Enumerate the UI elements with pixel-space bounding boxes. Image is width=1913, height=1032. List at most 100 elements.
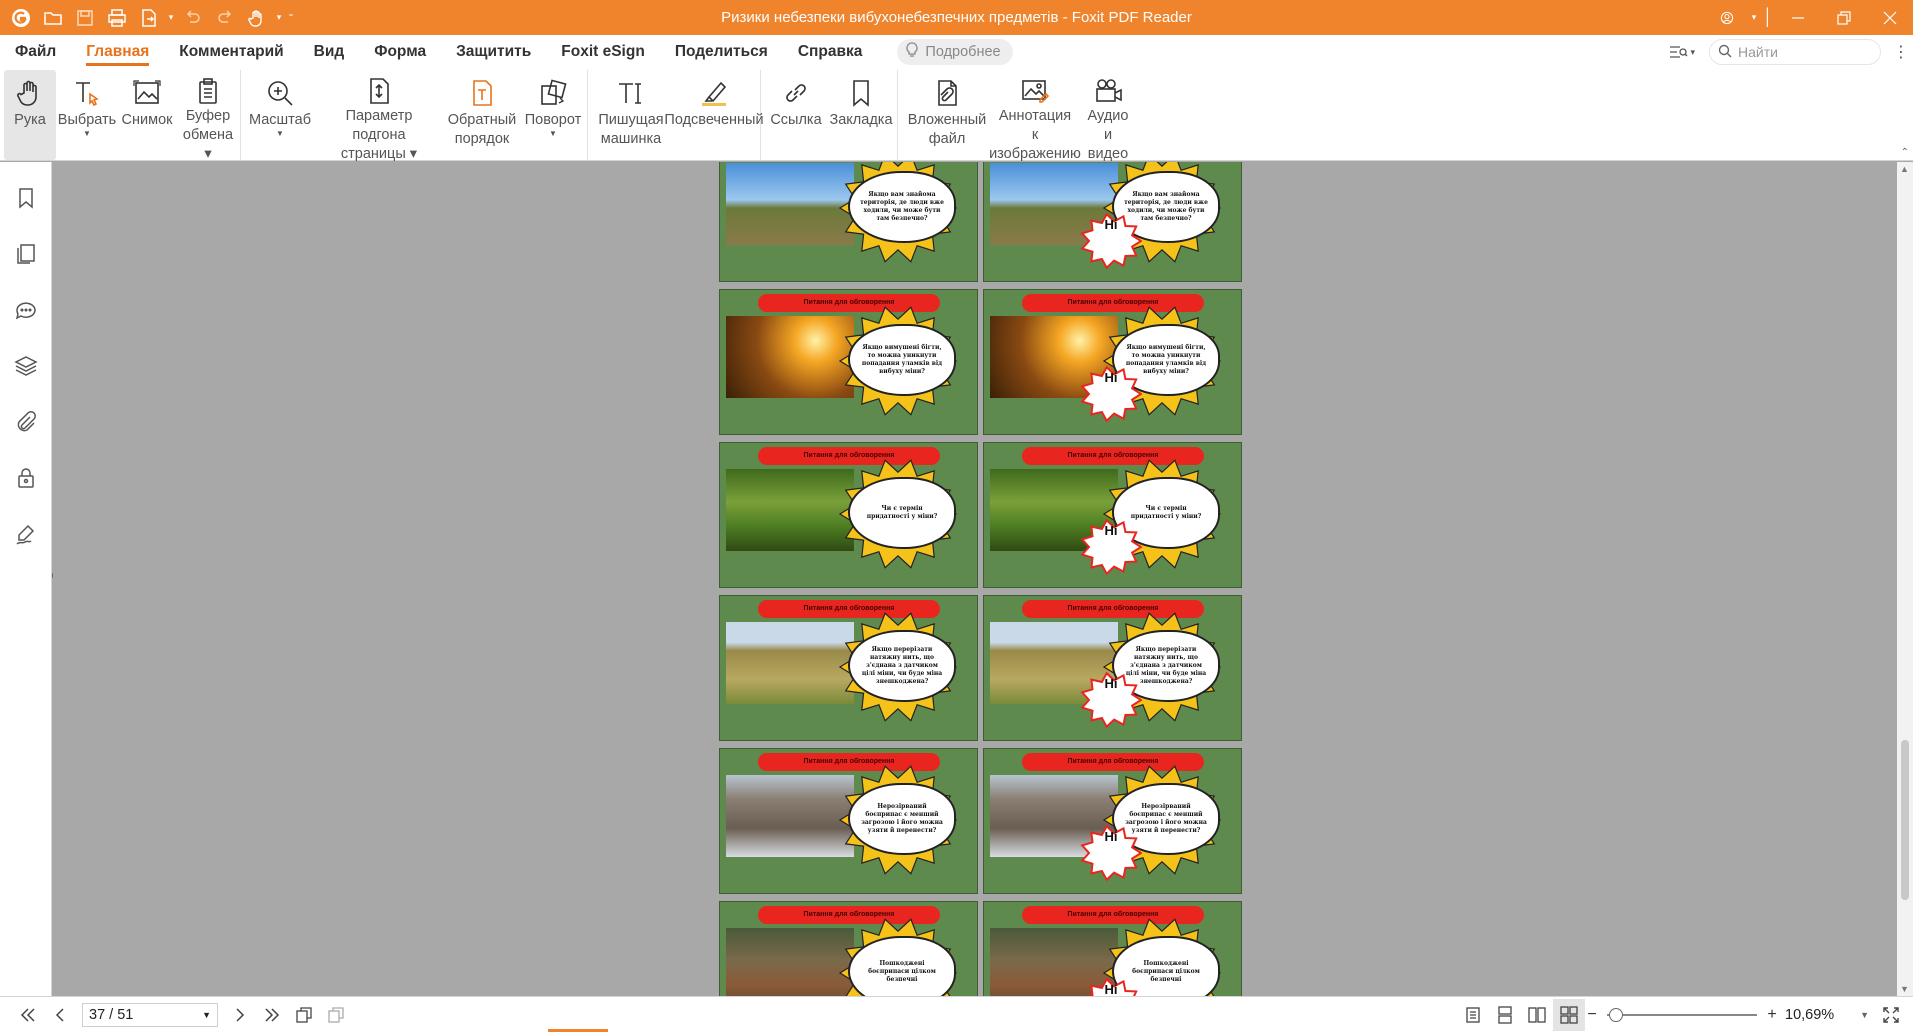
reverse-order-button[interactable]: Обратный порядок bbox=[445, 70, 519, 160]
menu-form[interactable]: Форма bbox=[359, 35, 441, 69]
next-view-icon[interactable] bbox=[320, 999, 352, 1031]
security-icon[interactable] bbox=[0, 450, 52, 506]
slide-answer[interactable]: Питання для обговоренняЯкщо вам знайома … bbox=[983, 162, 1242, 282]
last-page-icon[interactable] bbox=[256, 999, 288, 1031]
layers-icon[interactable] bbox=[0, 338, 52, 394]
slide-question[interactable]: Питання для обговоренняЯкщо вам знайома … bbox=[719, 162, 978, 282]
zoom-out-icon[interactable]: − bbox=[1585, 1006, 1599, 1024]
highlighter-icon bbox=[697, 76, 731, 110]
signature-icon[interactable] bbox=[0, 506, 52, 562]
menu-file[interactable]: Файл bbox=[0, 35, 71, 69]
rotate-label: Поворот bbox=[524, 112, 582, 128]
menu-protect[interactable]: Защитить bbox=[441, 35, 546, 69]
attachments-icon[interactable] bbox=[0, 394, 52, 450]
bookmark-icon[interactable] bbox=[0, 170, 52, 226]
hand-icon[interactable] bbox=[242, 3, 272, 33]
image-annotation-icon bbox=[1018, 76, 1052, 106]
collapse-ribbon-icon[interactable]: ⌃ bbox=[1901, 147, 1909, 158]
search-field[interactable]: Найти bbox=[1709, 39, 1881, 65]
pages-icon[interactable] bbox=[0, 226, 52, 282]
slide-answer[interactable]: Питання для обговорення Чи є термін прида… bbox=[983, 442, 1242, 588]
continuous-facing-view-icon[interactable] bbox=[1553, 999, 1585, 1031]
chevron-down-icon[interactable]: ▾ bbox=[274, 12, 284, 23]
more-options-icon[interactable]: ⋮ bbox=[1889, 42, 1913, 62]
slide-photo bbox=[726, 928, 854, 996]
continuous-view-icon[interactable] bbox=[1489, 999, 1521, 1031]
slide-question[interactable]: Питання для обговорення Пошкоджені боєпри… bbox=[719, 901, 978, 996]
chevron-down-icon[interactable]: ▼ bbox=[1860, 1010, 1869, 1020]
first-page-icon[interactable] bbox=[12, 999, 44, 1031]
ribbon-display-icon[interactable]: ▾ bbox=[1668, 44, 1695, 60]
chevron-down-icon[interactable]: ▼ bbox=[202, 1010, 211, 1020]
bookmark-button[interactable]: Закладка bbox=[825, 70, 897, 160]
page-fit-icon bbox=[362, 76, 396, 106]
separator: │ bbox=[1763, 8, 1773, 26]
slide-answer[interactable]: Питання для обговорення Якщо перерізати н… bbox=[983, 595, 1242, 741]
ribbon-group-insert: Вложенный файл Аннотация к изображению А… bbox=[898, 70, 1136, 162]
scrollbar-thumb[interactable] bbox=[1901, 740, 1909, 900]
chevron-down-icon[interactable]: ▾ bbox=[1747, 0, 1761, 35]
attach-file-button[interactable]: Вложенный файл bbox=[904, 70, 990, 160]
slide-answer[interactable]: Питання для обговорення Нерозірваний боєп… bbox=[983, 748, 1242, 894]
restore-icon[interactable] bbox=[1821, 0, 1867, 35]
single-page-view-icon[interactable] bbox=[1457, 999, 1489, 1031]
menu-home[interactable]: Главная bbox=[71, 35, 164, 69]
comments-icon[interactable] bbox=[0, 282, 52, 338]
zoom-slider[interactable] bbox=[1607, 1008, 1757, 1022]
link-button[interactable]: Ссылка bbox=[767, 70, 825, 160]
menu-share[interactable]: Поделиться bbox=[660, 35, 783, 69]
hand-tool-button[interactable]: Рука bbox=[4, 70, 56, 160]
facing-view-icon[interactable] bbox=[1521, 999, 1553, 1031]
chevron-down-icon[interactable]: ▾ bbox=[166, 12, 176, 23]
export-icon[interactable] bbox=[134, 3, 164, 33]
zoom-in-icon[interactable]: + bbox=[1765, 1006, 1779, 1024]
menu-comment[interactable]: Комментарий bbox=[164, 35, 298, 69]
image-annotation-button[interactable]: Аннотация к изображению bbox=[989, 70, 1081, 162]
slide-answer[interactable]: Питання для обговорення Пошкоджені боєпри… bbox=[983, 901, 1242, 996]
vertical-scrollbar[interactable]: ▲ ▼ bbox=[1897, 162, 1913, 996]
snapshot-button[interactable]: Снимок bbox=[118, 70, 176, 160]
file-attachment-icon bbox=[930, 76, 964, 110]
audio-video-button[interactable]: Аудио и видео bbox=[1080, 70, 1136, 162]
clipboard-button[interactable]: Буфер обмена ▾ bbox=[176, 70, 240, 162]
account-icon[interactable] bbox=[1707, 0, 1747, 35]
menu-view[interactable]: Вид bbox=[299, 35, 360, 69]
fullscreen-icon[interactable] bbox=[1875, 999, 1907, 1031]
scroll-up-arrow[interactable]: ▲ bbox=[1900, 164, 1909, 174]
menu-help[interactable]: Справка bbox=[783, 35, 878, 69]
slide-question[interactable]: Питання для обговорення Чи є термін прида… bbox=[719, 442, 978, 588]
menu-esign[interactable]: Foxit eSign bbox=[546, 35, 660, 69]
search-icon bbox=[1718, 44, 1732, 61]
save-icon[interactable] bbox=[70, 3, 100, 33]
clipboard-label-line2: обмена ▾ bbox=[182, 127, 234, 162]
print-icon[interactable] bbox=[102, 3, 132, 33]
highlight-button[interactable]: Подсвеченный bbox=[664, 70, 764, 160]
navigation-panel bbox=[0, 162, 52, 996]
slide-question[interactable]: Питання для обговорення Якщо перерізати н… bbox=[719, 595, 978, 741]
previous-page-icon[interactable] bbox=[44, 999, 76, 1031]
minimize-icon[interactable] bbox=[1775, 0, 1821, 35]
open-icon[interactable] bbox=[38, 3, 68, 33]
close-icon[interactable] bbox=[1867, 0, 1913, 35]
redo-icon[interactable] bbox=[210, 3, 240, 33]
app-logo-icon[interactable] bbox=[6, 3, 36, 33]
tell-me-button[interactable]: Подробнее bbox=[897, 39, 1013, 65]
typewriter-button[interactable]: Пишущая машинка bbox=[594, 70, 668, 160]
next-page-icon[interactable] bbox=[224, 999, 256, 1031]
page-number-field[interactable]: 37 / 51 ▼ bbox=[82, 1002, 218, 1027]
previous-view-icon[interactable] bbox=[288, 999, 320, 1031]
scroll-down-arrow[interactable]: ▼ bbox=[1900, 984, 1909, 994]
document-view[interactable]: Питання для обговоренняЯкщо вам знайома … bbox=[53, 162, 1897, 996]
slide-question[interactable]: Питання для обговорення Якщо вимушені біг… bbox=[719, 289, 978, 435]
customize-toolbar-icon[interactable]: ⁼ bbox=[286, 12, 296, 23]
zoom-slider-knob[interactable] bbox=[1609, 1008, 1623, 1022]
quick-access-toolbar: ▾ ▾ ⁼ bbox=[0, 0, 296, 35]
page-fit-button[interactable]: Параметр подгона страницы ▾ bbox=[313, 70, 445, 162]
slide-answer[interactable]: Питання для обговорення Якщо вимушені біг… bbox=[983, 289, 1242, 435]
zoom-button[interactable]: Масштаб ▼ bbox=[247, 70, 313, 160]
rotate-button[interactable]: Поворот ▼ bbox=[519, 70, 587, 160]
slide-question[interactable]: Питання для обговорення Нерозірваний боєп… bbox=[719, 748, 978, 894]
zoom-level-field[interactable]: 10,69% ▼ bbox=[1779, 1003, 1875, 1027]
undo-icon[interactable] bbox=[178, 3, 208, 33]
select-tool-button[interactable]: Выбрать ▼ bbox=[56, 70, 118, 160]
